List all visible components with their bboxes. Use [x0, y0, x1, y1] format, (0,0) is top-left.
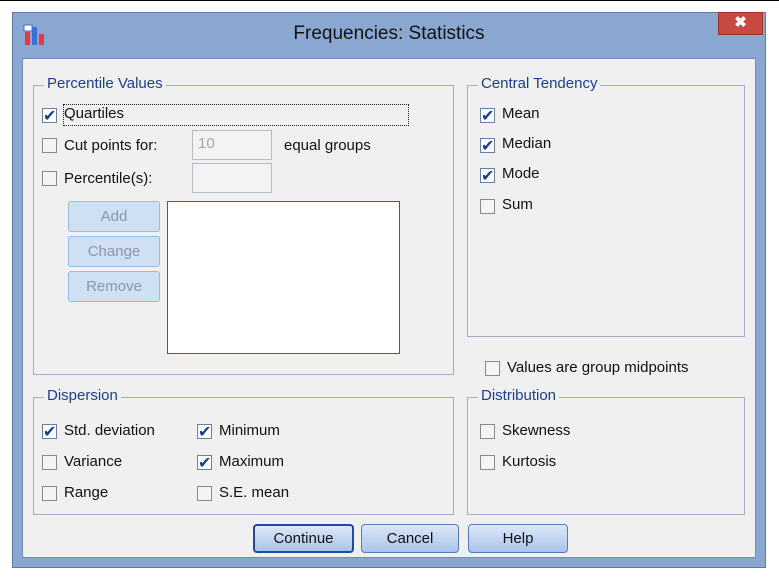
se-mean-checkbox[interactable] — [197, 486, 212, 501]
minimum-label[interactable]: Minimum — [219, 422, 280, 439]
central-tendency-legend: Central Tendency — [478, 75, 601, 92]
close-icon: ✖ — [734, 14, 747, 31]
quartiles-checkbox[interactable] — [42, 106, 57, 125]
continue-button[interactable]: Continue — [253, 524, 354, 553]
cancel-button[interactable]: Cancel — [361, 524, 459, 553]
kurtosis-checkbox[interactable] — [480, 455, 495, 470]
percentiles-input[interactable] — [192, 163, 272, 193]
mode-label[interactable]: Mode — [502, 165, 540, 182]
percentile-values-group: Percentile Values Quartiles Cut points f… — [33, 75, 454, 375]
percentiles-listbox[interactable] — [167, 201, 400, 354]
distribution-legend: Distribution — [478, 387, 560, 404]
se-mean-label[interactable]: S.E. mean — [219, 484, 289, 501]
help-button[interactable]: Help — [468, 524, 568, 553]
change-button[interactable]: Change — [68, 236, 160, 267]
mean-checkbox[interactable] — [480, 106, 495, 125]
percentile-values-legend: Percentile Values — [44, 75, 166, 92]
variance-checkbox[interactable] — [42, 455, 57, 470]
dialog-window: Frequencies: Statistics ✖ Percentile Val… — [12, 12, 766, 568]
minimum-checkbox[interactable] — [197, 422, 212, 441]
distribution-group: Distribution Skewness Kurtosis — [467, 387, 745, 515]
quartiles-text: Quartiles — [64, 105, 125, 122]
group-midpoints-checkbox[interactable] — [485, 361, 500, 376]
cut-points-checkbox[interactable] — [42, 138, 57, 153]
mean-label[interactable]: Mean — [502, 105, 540, 122]
percentiles-checkbox[interactable] — [42, 171, 57, 186]
dialog-title: Frequencies: Statistics — [293, 23, 485, 44]
close-button[interactable]: ✖ — [718, 12, 763, 35]
skewness-checkbox[interactable] — [480, 424, 495, 439]
maximum-checkbox[interactable] — [197, 453, 212, 472]
std-deviation-label[interactable]: Std. deviation — [64, 422, 155, 439]
add-button[interactable]: Add — [68, 201, 160, 232]
top-border-line — [0, 0, 779, 1]
title-bar[interactable]: Frequencies: Statistics ✖ — [13, 12, 765, 57]
remove-button[interactable]: Remove — [68, 271, 160, 302]
cut-points-label[interactable]: Cut points for: — [64, 137, 157, 154]
maximum-label[interactable]: Maximum — [219, 453, 284, 470]
cut-points-input[interactable]: 10 — [192, 130, 272, 160]
dispersion-group: Dispersion Std. deviation Minimum Varian… — [33, 387, 454, 515]
equal-groups-label: equal groups — [284, 137, 371, 154]
variance-label[interactable]: Variance — [64, 453, 122, 470]
range-checkbox[interactable] — [42, 486, 57, 501]
dialog-client-area: Percentile Values Quartiles Cut points f… — [22, 58, 756, 558]
median-label[interactable]: Median — [502, 135, 551, 152]
sum-checkbox[interactable] — [480, 199, 495, 214]
mode-checkbox[interactable] — [480, 166, 495, 185]
sum-label[interactable]: Sum — [502, 196, 533, 213]
percentiles-label[interactable]: Percentile(s): — [64, 170, 152, 187]
central-tendency-group: Central Tendency Mean Median Mode Sum — [467, 75, 745, 337]
dispersion-legend: Dispersion — [44, 387, 121, 404]
quartiles-label[interactable]: Quartiles — [63, 104, 409, 126]
skewness-label[interactable]: Skewness — [502, 422, 570, 439]
group-midpoints-label[interactable]: Values are group midpoints — [507, 359, 689, 376]
std-deviation-checkbox[interactable] — [42, 422, 57, 441]
median-checkbox[interactable] — [480, 136, 495, 155]
range-label[interactable]: Range — [64, 484, 108, 501]
kurtosis-label[interactable]: Kurtosis — [502, 453, 556, 470]
